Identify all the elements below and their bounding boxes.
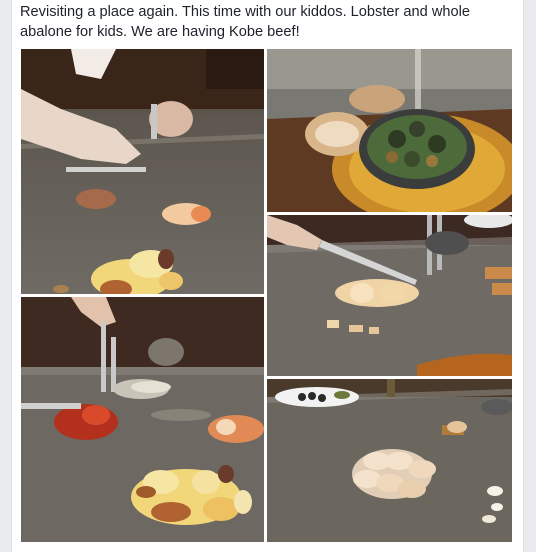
post-card: Revisiting a place again. This time with…: [11, 0, 524, 552]
photo-5-image: [267, 379, 512, 542]
photo-bread-and-escargot[interactable]: [267, 49, 512, 212]
photo-chef-slicing-abalone[interactable]: [267, 215, 512, 376]
post-text: Revisiting a place again. This time with…: [20, 4, 470, 40]
photo-seared-scallops[interactable]: [267, 379, 512, 542]
photo-2-image: [267, 49, 512, 212]
photo-lobster-and-vegetables[interactable]: [21, 297, 264, 542]
photo-4-image: [21, 297, 264, 542]
photo-chef-cutting-lobster[interactable]: [21, 49, 264, 294]
photo-3-image: [267, 215, 512, 376]
photo-1-image: [21, 49, 264, 294]
